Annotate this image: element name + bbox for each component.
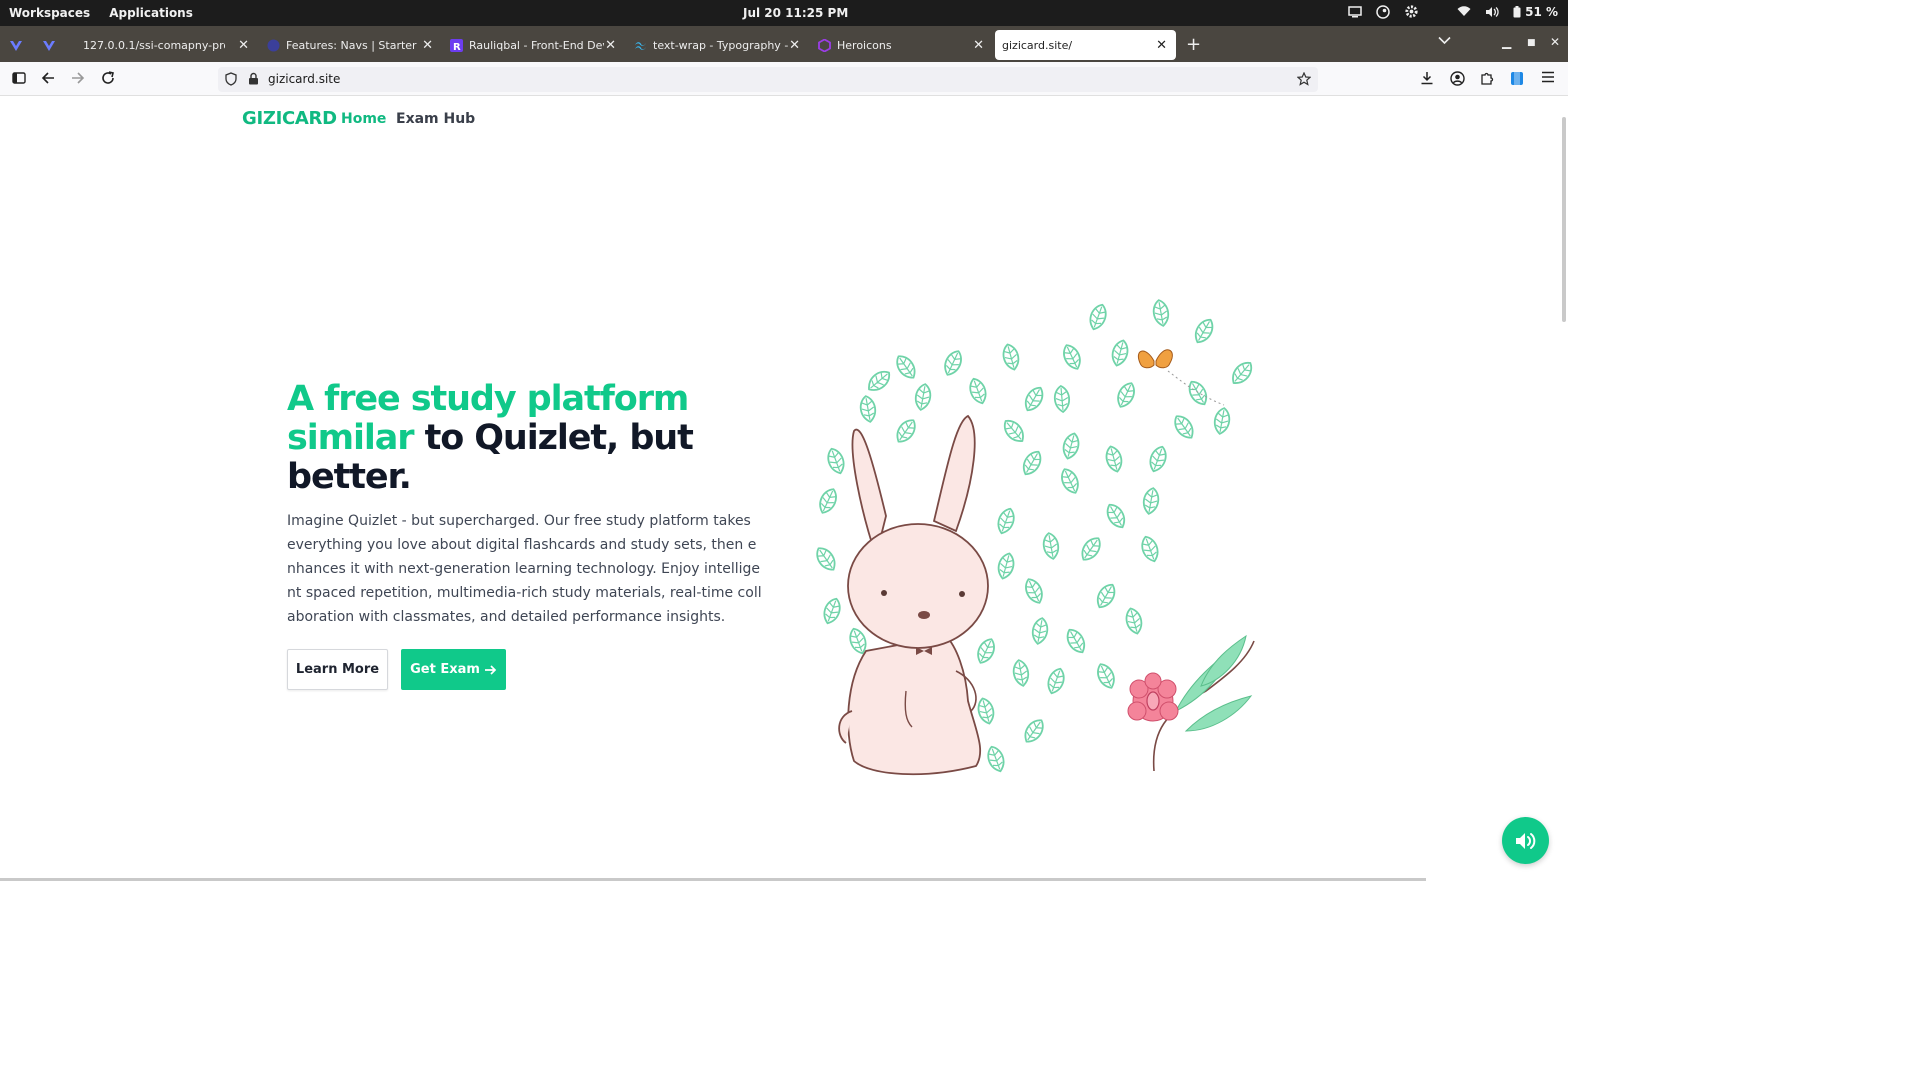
bunny-leaves-illustration [811, 298, 1257, 776]
maximize-window-icon[interactable]: ■ [1527, 38, 1536, 48]
tab-title: Heroicons [837, 38, 892, 52]
extension-app-icon[interactable] [1510, 71, 1524, 86]
volume-icon[interactable] [1485, 6, 1499, 18]
account-icon[interactable] [1450, 71, 1465, 86]
tab-features-navs[interactable]: Features: Navs | Starter Page ✕ [267, 32, 433, 58]
svg-text:R: R [453, 42, 461, 52]
get-exam-button[interactable]: Get Exam [401, 649, 506, 690]
learn-more-button[interactable]: Learn More [287, 649, 388, 690]
heroicons-icon [818, 38, 831, 52]
system-clock[interactable]: Jul 20 11:25 PM [743, 6, 848, 20]
tab-rauliqbal[interactable]: R Rauliqbal - Front-End Developer ✕ [450, 32, 616, 58]
browser-tab-strip: 127.0.0.1/ssi-comapny-profile/in ✕ Featu… [0, 26, 1568, 62]
tab-ssi-company-profile[interactable]: 127.0.0.1/ssi-comapny-profile/in ✕ [83, 32, 249, 58]
brand-logo[interactable]: GIZICARD [242, 108, 337, 129]
back-arrow-icon[interactable] [41, 71, 55, 85]
shield-icon[interactable] [225, 72, 237, 86]
butterfly-icon [1138, 349, 1225, 406]
battery-icon [1513, 5, 1521, 17]
tab-title: Rauliqbal - Front-End Developer [469, 38, 604, 52]
starter-icon [267, 39, 280, 51]
steam-icon[interactable] [1376, 4, 1390, 19]
reload-icon[interactable] [101, 71, 115, 85]
tab-text-wrap[interactable]: text-wrap - Typography - Tailwind CSS ✕ [634, 32, 800, 58]
url-text[interactable]: gizicard.site [268, 72, 340, 86]
forward-arrow-icon[interactable] [71, 71, 85, 85]
download-icon[interactable] [1420, 71, 1434, 85]
close-icon[interactable]: ✕ [422, 38, 433, 53]
browser-toolbar: gizicard.site [0, 62, 1568, 96]
close-icon[interactable]: ✕ [973, 38, 984, 53]
workspaces-button[interactable]: Workspaces [9, 6, 90, 20]
close-icon[interactable]: ✕ [789, 38, 800, 53]
flower-icon [1127, 634, 1255, 772]
applications-menu[interactable]: Applications [109, 6, 193, 20]
close-icon[interactable]: ✕ [605, 38, 616, 53]
tab-heroicons[interactable]: Heroicons ✕ [818, 32, 984, 58]
chevron-down-icon[interactable] [1438, 36, 1451, 45]
system-top-bar: Workspaces Applications Jul 20 11:25 PM … [0, 0, 1568, 26]
close-window-icon[interactable]: ✕ [1550, 35, 1560, 49]
pinned-tab-vue-icon[interactable] [9, 38, 23, 52]
pinned-tab-vue-icon-2[interactable] [42, 38, 56, 52]
address-bar[interactable]: gizicard.site [218, 67, 1318, 92]
extensions-puzzle-icon[interactable] [1480, 71, 1494, 85]
hero-heading: A free study platform similar to Quizlet… [287, 380, 747, 497]
tab-title: gizicard.site/ [1002, 38, 1073, 52]
tab-title: 127.0.0.1/ssi-comapny-profile/in [83, 38, 225, 52]
screen-icon[interactable] [1348, 5, 1362, 18]
speaker-icon [1515, 832, 1535, 849]
wifi-icon[interactable] [1457, 6, 1471, 17]
hamburger-menu-icon[interactable] [1541, 71, 1555, 83]
tab-title: Features: Navs | Starter Page [286, 38, 421, 52]
new-tab-plus-icon[interactable]: + [1186, 34, 1201, 55]
battery-indicator[interactable]: 51 % [1513, 5, 1558, 19]
get-exam-label: Get Exam [410, 662, 480, 677]
horizontal-scrollbar[interactable] [0, 878, 1426, 881]
tailwind-icon [635, 41, 646, 50]
bookmark-star-icon[interactable] [1297, 72, 1311, 86]
audio-toggle-button[interactable] [1502, 817, 1549, 864]
bunny-figure [838, 414, 989, 776]
r-logo-icon: R [450, 38, 463, 52]
close-icon[interactable]: ✕ [1156, 38, 1167, 53]
nav-home-link[interactable]: Home [341, 111, 386, 127]
close-icon[interactable]: ✕ [238, 38, 249, 53]
arrow-right-icon [484, 664, 497, 675]
settings-gear-icon[interactable] [1404, 4, 1419, 19]
battery-percent: 51 % [1525, 4, 1558, 19]
hero-description: Imagine Quizlet - but supercharged. Our … [287, 513, 762, 625]
vertical-scrollbar[interactable] [1562, 117, 1566, 322]
nav-exam-hub-link[interactable]: Exam Hub [396, 111, 475, 127]
lock-icon[interactable] [248, 72, 259, 85]
tab-gizicard-active[interactable]: gizicard.site/ ✕ [995, 30, 1176, 60]
minimize-window-icon[interactable]: ▁ [1502, 35, 1511, 49]
learn-more-label: Learn More [295, 662, 380, 677]
sidebar-toggle-icon[interactable] [12, 71, 26, 85]
tab-title: text-wrap - Typography - Tailwind CSS [653, 38, 788, 52]
web-page: GIZICARD Home Exam Hub A free study plat… [0, 97, 1568, 881]
